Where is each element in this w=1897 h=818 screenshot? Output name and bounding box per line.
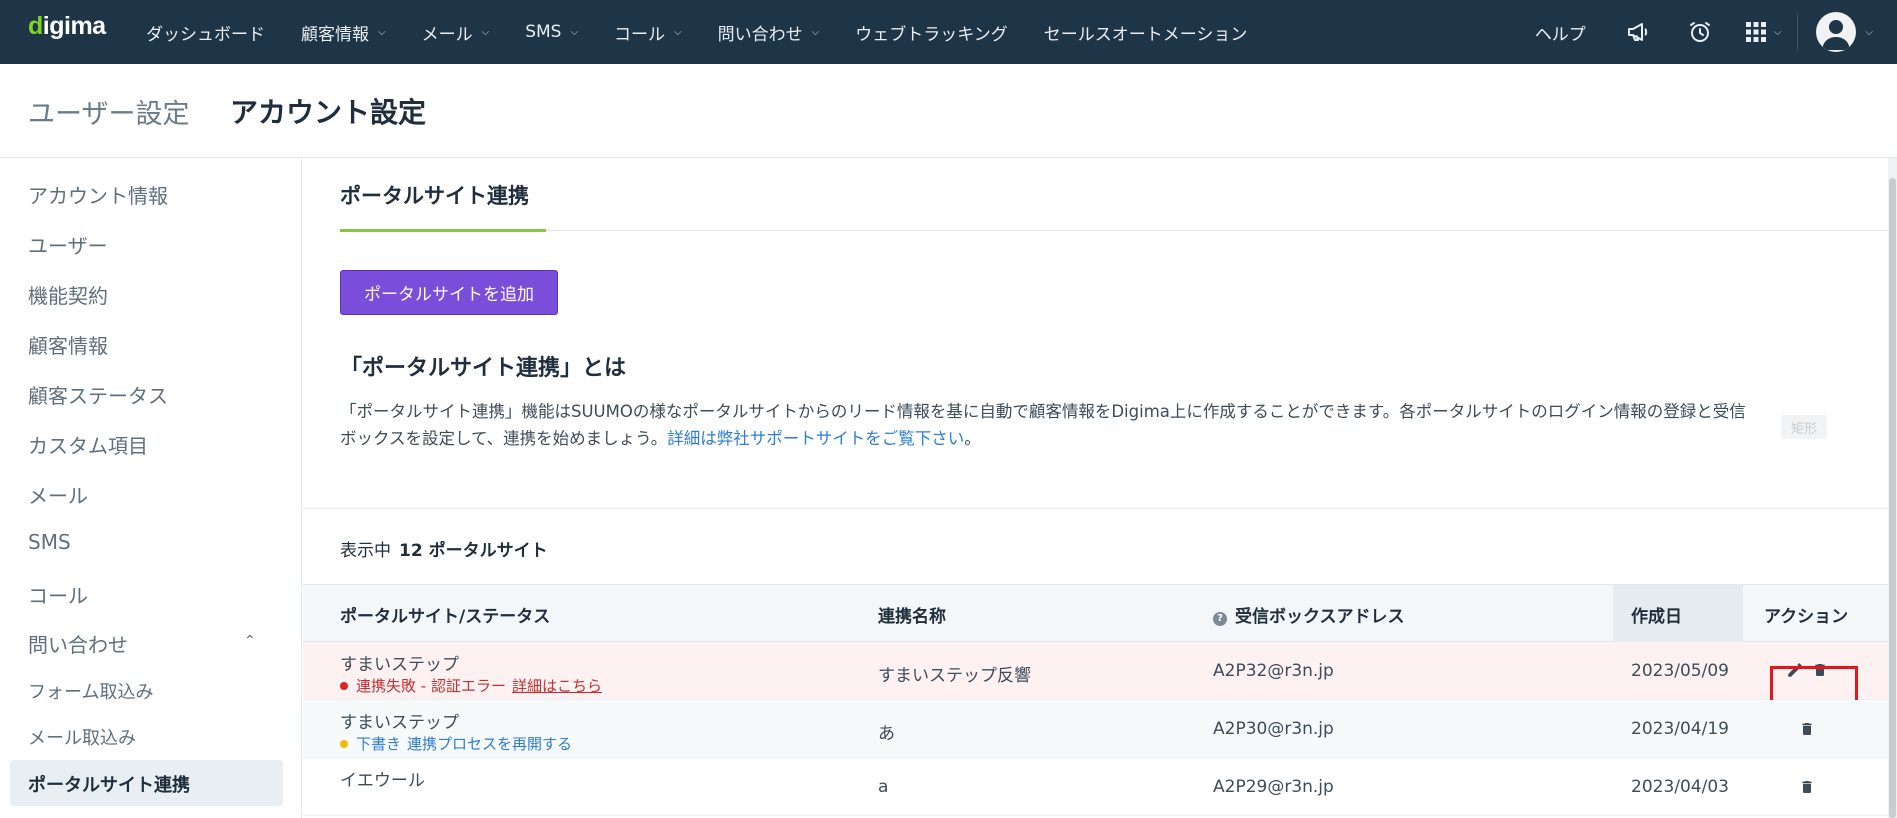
nav-inquiry[interactable]: 問い合わせ ⌵: [718, 20, 820, 45]
nav-customer-info[interactable]: 顧客情報 ⌵: [301, 20, 386, 45]
rect-placeholder-badge: 矩形: [1781, 415, 1827, 439]
delete-trash-icon[interactable]: [1798, 777, 1816, 797]
chevron-down-icon: ⌵: [1773, 26, 1782, 38]
sidebar-subitem-form-import[interactable]: フォーム取込み: [28, 678, 153, 704]
sidebar-item-mail[interactable]: メール: [28, 480, 88, 509]
breadcrumb-section[interactable]: ユーザー設定: [28, 92, 189, 131]
sidebar-item-customer-status[interactable]: 顧客ステータス: [28, 380, 168, 409]
nav-sales-automation[interactable]: セールスオートメーション: [1044, 20, 1248, 45]
user-menu[interactable]: ⌵: [1816, 12, 1873, 52]
nav-help[interactable]: ヘルプ: [1535, 20, 1586, 45]
resume-process-link[interactable]: 連携プロセスを再開する: [407, 733, 572, 754]
status-line: 連携失敗 - 認証エラー 詳細はこちら: [340, 675, 602, 696]
table-row[interactable]: すまいステップ 下書き 連携プロセスを再開する あ A2P30@r3n.jp 2…: [303, 700, 1897, 758]
chevron-up-icon[interactable]: ⌃: [244, 633, 256, 649]
top-navigation-bar: digima ダッシュボード 顧客情報 ⌵ メール ⌵ SMS ⌵ コール ⌵ 問い合わ…: [0, 0, 1897, 64]
sidebar: アカウント情報 ユーザー 機能契約 顧客情報 顧客ステータス カスタム項目 メー…: [0, 158, 302, 818]
status-text: 下書き: [356, 735, 402, 753]
table-header: ポータルサイト/ステータス 連携名称 ? 受信ボックスアドレス 作成日 アクション: [303, 584, 1897, 643]
nav-dashboard[interactable]: ダッシュボード: [146, 20, 265, 45]
column-header-actions: アクション: [1764, 607, 1849, 627]
digima-logo[interactable]: digima: [28, 12, 106, 41]
integration-name: すまいステップ反響: [878, 666, 1031, 686]
sidebar-item-contracts[interactable]: 機能契約: [28, 280, 108, 309]
draft-status-dot: [340, 739, 348, 748]
created-date: 2023/05/09: [1631, 661, 1729, 681]
sidebar-subitem-portal-site[interactable]: ポータルサイト連携: [28, 771, 190, 797]
column-header-name[interactable]: 連携名称: [878, 602, 946, 627]
tab-portal-site[interactable]: ポータルサイト連携: [340, 180, 529, 210]
sidebar-item-account-info[interactable]: アカウント情報: [28, 180, 168, 209]
page-title: アカウント設定: [230, 96, 427, 129]
sidebar-item-call[interactable]: コール: [28, 580, 88, 609]
apps-menu[interactable]: ⌵: [1745, 22, 1782, 42]
nav-mail[interactable]: メール ⌵: [422, 20, 490, 45]
sidebar-item-sms[interactable]: SMS: [28, 530, 71, 554]
table-row[interactable]: すまいステップ 連携失敗 - 認証エラー 詳細はこちら すまいステップ反響 A2…: [303, 642, 1897, 727]
inbox-address: A2P30@r3n.jp: [1213, 719, 1334, 739]
created-date: 2023/04/03: [1631, 777, 1729, 797]
integration-name: あ: [878, 724, 895, 744]
chevron-down-icon: ⌵: [481, 26, 490, 38]
main-menu: ダッシュボード 顧客情報 ⌵ メール ⌵ SMS ⌵ コール ⌵ 問い合わせ ⌵ ウェブト…: [128, 0, 1265, 64]
inbox-address: A2P32@r3n.jp: [1213, 661, 1334, 681]
description-text: 「ポータルサイト連携」機能はSUUMOの様なポータルサイトからのリード情報を基に…: [340, 402, 1746, 448]
result-count: 表示中 12 ポータルサイト: [340, 541, 548, 561]
nav-sms[interactable]: SMS ⌵: [525, 22, 578, 42]
user-avatar-icon: [1816, 12, 1857, 52]
vertical-scrollbar-thumb[interactable]: [1889, 178, 1896, 818]
nav-web-tracking[interactable]: ウェブトラッキング: [855, 20, 1008, 45]
created-date: 2023/04/19: [1631, 719, 1729, 739]
alarm-clock-icon[interactable]: [1684, 16, 1716, 48]
sidebar-item-users[interactable]: ユーザー: [28, 230, 108, 259]
sidebar-item-custom-fields[interactable]: カスタム項目: [28, 430, 148, 459]
nav-divider: [1797, 14, 1799, 50]
integration-name: a: [878, 777, 889, 797]
sidebar-item-inquiry[interactable]: 問い合わせ: [28, 629, 128, 658]
chevron-down-icon: ⌵: [674, 26, 682, 38]
error-status-dot: [340, 681, 348, 690]
section-divider: [303, 508, 1897, 509]
portal-site-name: すまいステップ: [340, 713, 459, 733]
help-icon[interactable]: ?: [1213, 612, 1227, 626]
active-tab-indicator: [340, 229, 546, 232]
nav-call[interactable]: コール ⌵: [614, 20, 682, 45]
tab-divider: [340, 230, 1897, 231]
delete-trash-icon[interactable]: [1798, 719, 1816, 739]
table-row[interactable]: イエウール a A2P29@r3n.jp 2023/04/03: [303, 758, 1897, 816]
chevron-down-icon: ⌵: [1865, 26, 1873, 38]
section-heading: 「ポータルサイト連携」とは: [340, 356, 627, 381]
support-site-link[interactable]: 詳細は弊社サポートサイトをご覧下さい: [667, 429, 964, 448]
megaphone-icon[interactable]: [1622, 16, 1654, 48]
chevron-down-icon: ⌵: [378, 26, 386, 38]
inbox-address: A2P29@r3n.jp: [1213, 777, 1334, 797]
error-details-link[interactable]: 詳細はこちら: [512, 675, 602, 696]
main-content: ポータルサイト連携 ポータルサイトを追加 「ポータルサイト連携」とは 「ポータル…: [303, 158, 1897, 818]
portal-site-name: すまいステップ: [340, 655, 459, 675]
page-header: ユーザー設定 アカウント設定: [0, 64, 1897, 158]
apps-grid-icon: [1745, 22, 1766, 42]
portal-site-name: イエウール: [340, 771, 425, 791]
column-header-inbox[interactable]: ? 受信ボックスアドレス: [1213, 602, 1405, 627]
sidebar-subitem-mail-import[interactable]: メール取込み: [28, 724, 136, 750]
nav-right-area: ヘルプ ⌵ ⌵: [1535, 0, 1897, 64]
status-text: 連携失敗 - 認証エラー: [356, 677, 506, 695]
chevron-down-icon: ⌵: [570, 26, 579, 38]
column-header-created[interactable]: 作成日: [1631, 602, 1682, 627]
sidebar-item-customer-info[interactable]: 顧客情報: [28, 330, 108, 359]
add-portal-site-button[interactable]: ポータルサイトを追加: [340, 270, 558, 315]
column-header-site-status[interactable]: ポータルサイト/ステータス: [340, 602, 550, 627]
status-line: 下書き 連携プロセスを再開する: [340, 733, 572, 754]
chevron-down-icon: ⌵: [811, 26, 820, 38]
